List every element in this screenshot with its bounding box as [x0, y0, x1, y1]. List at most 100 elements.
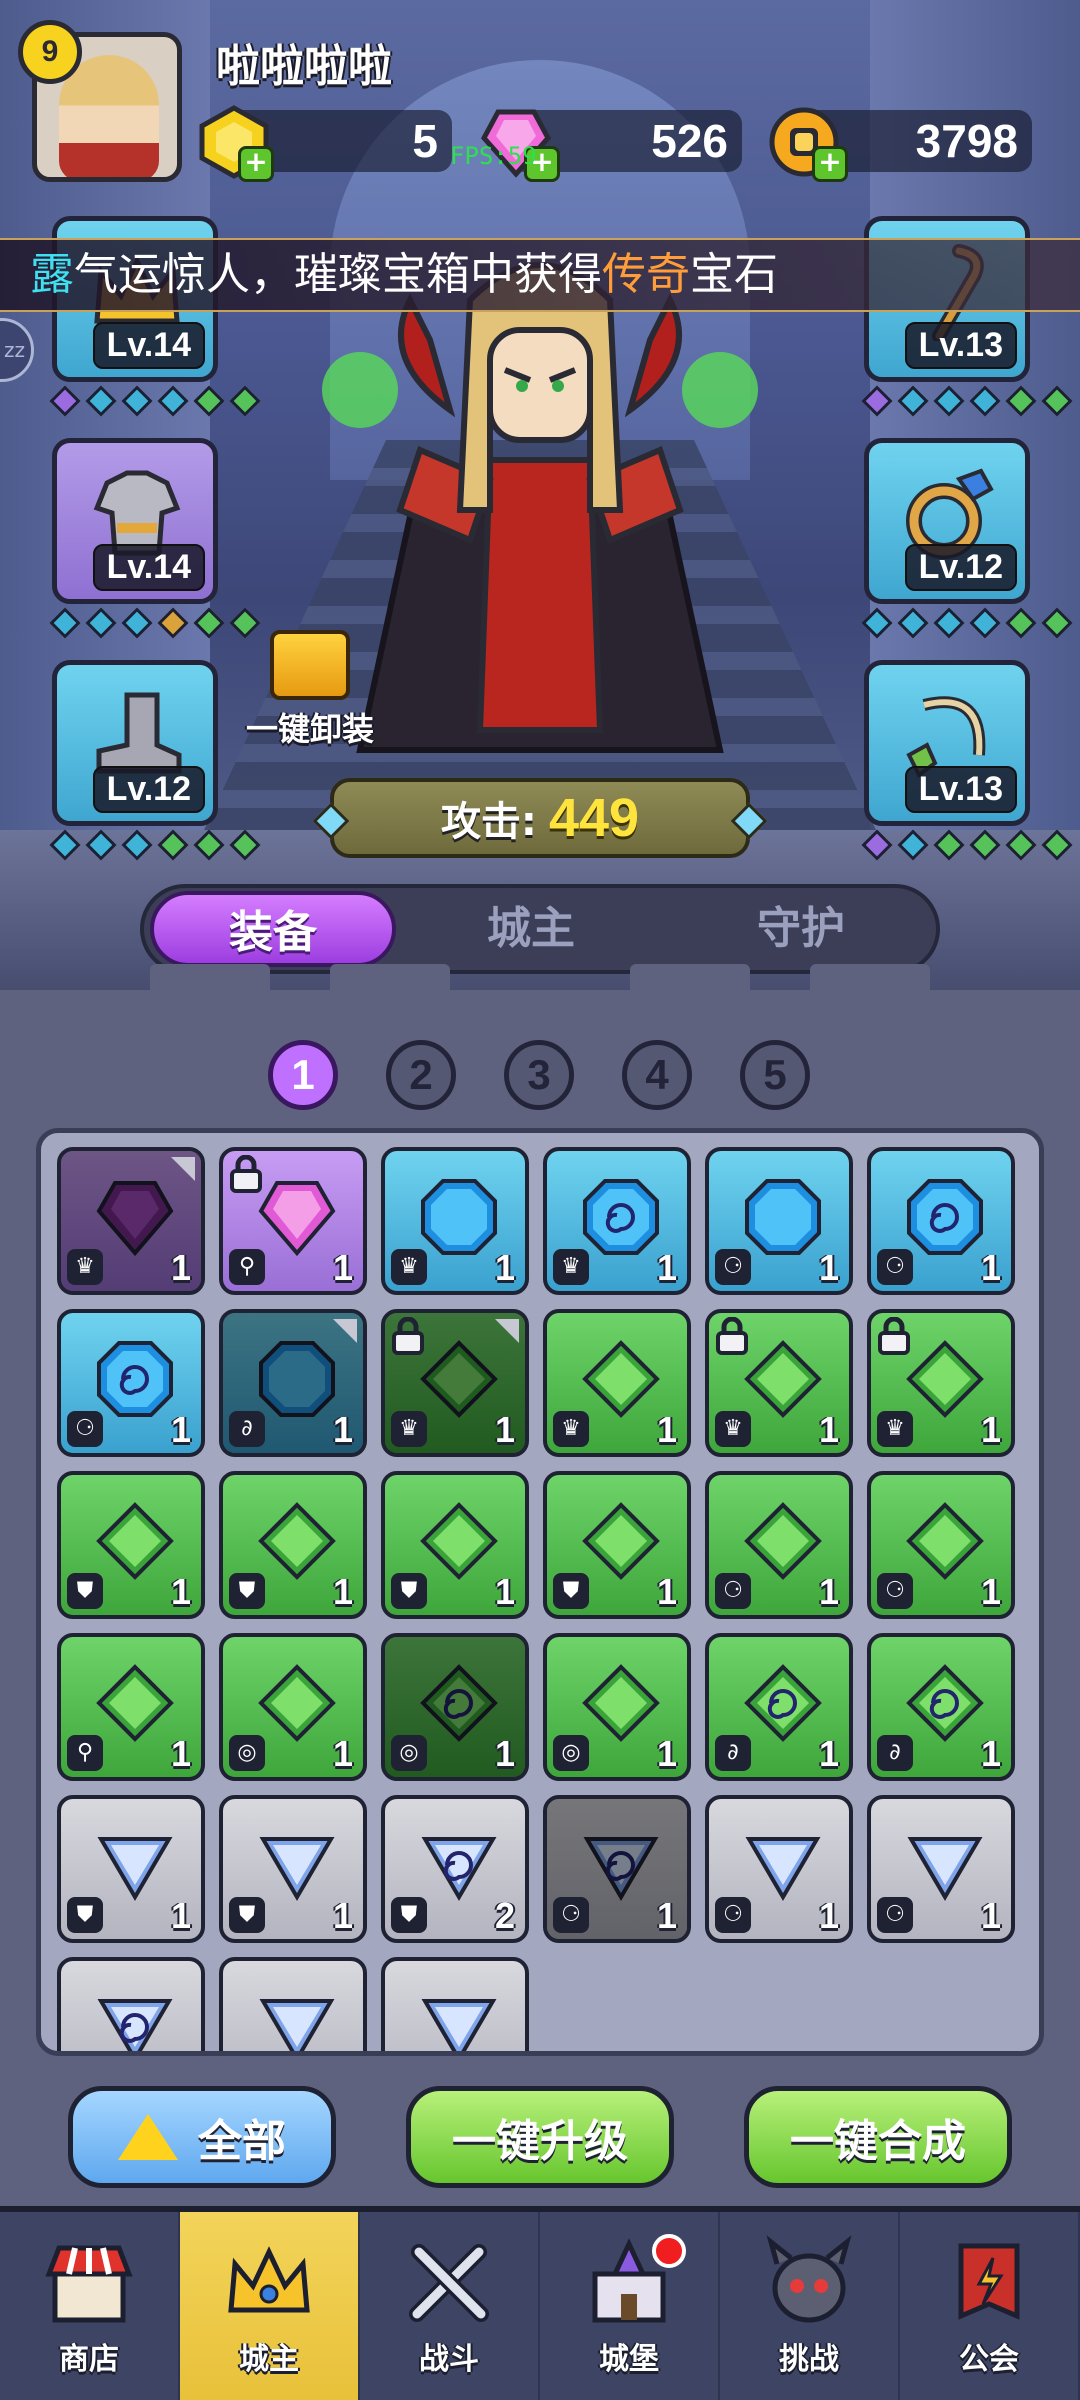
armor-slot-icon: ⛊ — [391, 1897, 427, 1933]
tab-lord[interactable]: 城主 — [396, 891, 666, 967]
gem-count: 1 — [818, 1409, 839, 1450]
gem-count: 1 — [494, 1247, 515, 1288]
gem-cell[interactable]: ⚆ 1 — [867, 1147, 1015, 1295]
gem-cell[interactable]: ⛊ 1 — [543, 1471, 691, 1619]
tab-guard[interactable]: 守护 — [666, 891, 936, 967]
nav-label-guild: 公会 — [959, 2342, 1019, 2377]
equip-slot-amulet[interactable]: Lv.13 — [864, 660, 1030, 826]
gem-grid: ♛ 1 ⚲ 1 ♛ 1 ♛ 1 ⚆ 1 ⚆ 1 ⚆ 1 ∂ 1 ♛ 1 ♛ 1 ♛ 1 ♛ 1 ⛊ 1 ⛊ 1 ⛊ 1 ⛊ 1 ⚆ 1 ⚆ 1 ⚲ 1 ◎ 1… — [57, 1147, 1033, 2051]
gem-inventory-grid[interactable]: ♛ 1 ⚲ 1 ♛ 1 ♛ 1 ⚆ 1 ⚆ 1 ⚆ 1 ∂ 1 ♛ 1 ♛ 1 ♛ 1 ♛ 1 ⛊ 1 ⛊ 1 ⛊ 1 ⛊ 1 ⚆ 1 ⚆ 1 ⚲ 1 ◎ 1… — [36, 1128, 1044, 2056]
nav-guild[interactable]: 公会 — [900, 2212, 1080, 2400]
unequip-label: 一键卸装 — [245, 710, 374, 748]
gem-cell[interactable] — [219, 1957, 367, 2051]
gem-cell[interactable] — [381, 1957, 529, 2051]
armor-slot-icon: ⛊ — [391, 1573, 427, 1609]
white-gem-icon — [421, 1999, 497, 2051]
gem-count: 1 — [656, 1571, 677, 1612]
gem-cell[interactable]: ∂ 1 — [867, 1633, 1015, 1781]
green-gem-icon — [582, 1502, 660, 1580]
gem-count: 1 — [494, 1571, 515, 1612]
nav-shop[interactable]: 商店 — [0, 2212, 180, 2400]
gem-cell[interactable]: ⚆ 1 — [543, 1795, 691, 1943]
gem-cell[interactable]: ◎ 1 — [219, 1633, 367, 1781]
nav-label-battle: 战斗 — [419, 2342, 479, 2377]
gem-cell[interactable]: ∂ 1 — [705, 1633, 853, 1781]
ring-slot-icon: ◎ — [229, 1735, 265, 1771]
equip-slot-armor[interactable]: Lv.14 — [52, 438, 218, 604]
nav-castle[interactable]: 城堡 — [540, 2212, 720, 2400]
gem-cell[interactable]: ♛ 1 — [867, 1309, 1015, 1457]
main-tab-bar: 装备 城主 守护 — [140, 884, 940, 974]
green-gem-icon — [582, 1340, 660, 1418]
gem-count: 1 — [170, 1247, 191, 1288]
blue-gem-icon — [745, 1179, 821, 1255]
equip-slot-boots[interactable]: Lv.12 — [52, 660, 218, 826]
gem-cell[interactable]: ⚆ 1 — [57, 1309, 205, 1457]
tab-equipment[interactable]: 装备 — [150, 891, 396, 967]
gem-count: 1 — [980, 1571, 1001, 1612]
filter-all-button[interactable]: 全部 — [68, 2086, 336, 2188]
gem-cell[interactable]: ♛ 1 — [543, 1147, 691, 1295]
gem-cell[interactable] — [57, 1957, 205, 2051]
white-gem-icon — [745, 1837, 821, 1901]
guild-banner-icon — [958, 2243, 1020, 2320]
gem-count: 1 — [656, 1409, 677, 1450]
nav-challenge[interactable]: 挑战 — [720, 2212, 900, 2400]
nav-battle[interactable]: 战斗 — [360, 2212, 540, 2400]
page-button-2[interactable]: 2 — [386, 1040, 456, 1110]
broadcast-marquee: 露气运惊人，璀璨宝箱中获得传奇宝石 — [0, 238, 1080, 312]
gem-cell[interactable]: ⛊ 1 — [219, 1471, 367, 1619]
equip-slot-ring[interactable]: Lv.12 — [864, 438, 1030, 604]
gem-cell[interactable]: ⚆ 1 — [705, 1795, 853, 1943]
gem-cell[interactable]: ∂ 1 — [219, 1309, 367, 1457]
gem-cell[interactable]: ⚲ 1 — [219, 1147, 367, 1295]
gem-cell[interactable]: ⛊ 1 — [219, 1795, 367, 1943]
gem-cell[interactable]: ♛ 1 — [381, 1309, 529, 1457]
gem-cell[interactable]: ♛ 1 — [543, 1309, 691, 1457]
lock-icon — [878, 1317, 910, 1355]
one-click-upgrade-button[interactable]: 一键升级 — [406, 2086, 674, 2188]
gem-cell[interactable]: ⛊ 1 — [57, 1795, 205, 1943]
gem-count: 1 — [818, 1733, 839, 1774]
gem-cell[interactable]: ⚆ 1 — [705, 1147, 853, 1295]
one-click-unequip-button[interactable]: 一键卸装 — [240, 630, 380, 750]
white-gem-icon — [907, 1837, 983, 1901]
page-button-4[interactable]: 4 — [622, 1040, 692, 1110]
add-gold-coin-button[interactable]: + — [812, 146, 848, 182]
upgrade-label: 一键升级 — [452, 2116, 628, 2167]
green-gem-icon — [906, 1502, 984, 1580]
green-gem-icon — [906, 1340, 984, 1418]
gem-cell[interactable]: ⛊ 2 — [381, 1795, 529, 1943]
notification-badge — [652, 2234, 686, 2268]
triangle-filter-icon — [118, 2114, 178, 2160]
add-gold-hex-button[interactable]: + — [238, 146, 274, 182]
gem-cell[interactable]: ⚆ 1 — [867, 1471, 1015, 1619]
avatar-portrait — [59, 55, 159, 177]
gem-cell[interactable]: ⚆ 1 — [705, 1471, 853, 1619]
gem-cell[interactable]: ⚲ 1 — [57, 1633, 205, 1781]
gem-cell[interactable]: ◎ 1 — [381, 1633, 529, 1781]
gem-cell[interactable]: ◎ 1 — [543, 1633, 691, 1781]
nav-label-castle: 城堡 — [599, 2342, 659, 2377]
panel-crenel — [630, 964, 750, 1004]
page-button-5[interactable]: 5 — [740, 1040, 810, 1110]
page-button-3[interactable]: 3 — [504, 1040, 574, 1110]
green-gem-icon — [744, 1340, 822, 1418]
nav-lord[interactable]: 城主 — [180, 2212, 360, 2400]
crown-slot-icon: ♛ — [391, 1249, 427, 1285]
gem-cell[interactable]: ⛊ 1 — [57, 1471, 205, 1619]
nav-label-shop: 商店 — [59, 2342, 119, 2377]
gem-count: 1 — [170, 1733, 191, 1774]
one-click-merge-button[interactable]: 一键合成 — [744, 2086, 1012, 2188]
gem-cell[interactable]: ♛ 1 — [57, 1147, 205, 1295]
attack-value: 449 — [548, 788, 640, 848]
corner-marker — [333, 1319, 357, 1343]
gem-cell[interactable]: ⚆ 1 — [867, 1795, 1015, 1943]
gem-cell[interactable]: ♛ 1 — [381, 1147, 529, 1295]
page-button-1[interactable]: 1 — [268, 1040, 338, 1110]
gem-cell[interactable]: ♛ 1 — [705, 1309, 853, 1457]
crown-slot-icon: ♛ — [553, 1249, 589, 1285]
crown-slot-icon: ♛ — [391, 1411, 427, 1447]
gem-cell[interactable]: ⛊ 1 — [381, 1471, 529, 1619]
armor-slot-icon: ⛊ — [67, 1897, 103, 1933]
